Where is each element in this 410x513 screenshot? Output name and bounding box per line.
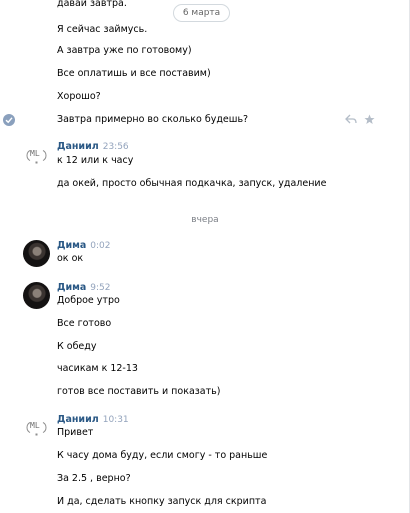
message-text: ок ок xyxy=(57,253,84,264)
message-text: Все оплатишь и все поставим) xyxy=(57,68,211,79)
author-name[interactable]: Даниил xyxy=(57,414,99,425)
avatar[interactable] xyxy=(23,282,50,309)
message-header: Дима 9:52 xyxy=(57,282,111,293)
author-name[interactable]: Дима xyxy=(57,240,86,251)
message-text: Я сейчас займусь. xyxy=(57,24,148,35)
message-text: к 12 или к часу xyxy=(57,155,134,166)
message-time[interactable]: 0:02 xyxy=(90,241,110,251)
author-name[interactable]: Даниил xyxy=(57,141,99,152)
message-header: Даниил 10:31 xyxy=(57,414,129,425)
message-header: Дима 0:02 xyxy=(57,240,111,251)
message-text: А завтра уже по готовому) xyxy=(57,45,192,56)
chat-history: давай завтра. 6 марта Я сейчас займусь. … xyxy=(0,0,410,513)
day-divider: вчера xyxy=(191,215,219,225)
message-text: К часу дома буду, если смогу - то раньше xyxy=(57,450,268,461)
date-pill[interactable]: 6 марта xyxy=(173,4,230,22)
message-time[interactable]: 23:56 xyxy=(103,142,129,152)
message-header: Даниил 23:56 xyxy=(57,141,129,152)
avatar-label: ML xyxy=(30,149,40,158)
message-text: Привет xyxy=(57,427,94,438)
message-text: К обеду xyxy=(57,341,97,352)
author-name[interactable]: Дима xyxy=(57,282,86,293)
message-text: За 2.5 , верно? xyxy=(57,473,131,484)
message-text: Доброе утро xyxy=(57,295,120,306)
avatar-label: ML xyxy=(30,421,40,430)
message-time[interactable]: 9:52 xyxy=(90,283,110,293)
message-text: давай завтра. xyxy=(57,0,127,9)
message-text: готов все поставить и показать) xyxy=(57,386,221,397)
message-time[interactable]: 10:31 xyxy=(103,415,129,425)
message-text: Все готово xyxy=(57,318,112,329)
star-icon[interactable] xyxy=(364,114,375,128)
avatar[interactable] xyxy=(23,240,50,267)
message-text: да окей, просто обычная подкачка, запуск… xyxy=(57,178,327,189)
message-text: часикам к 12-13 xyxy=(57,363,138,374)
message-text: Завтра примерно во сколько будешь? xyxy=(57,114,249,125)
message-text: И да, сделать кнопку запуск для скрипта xyxy=(57,496,267,507)
reply-icon[interactable] xyxy=(345,114,357,127)
avatar[interactable]: ML xyxy=(23,414,50,441)
message-text: Хорошо? xyxy=(57,91,101,102)
check-circle-icon[interactable] xyxy=(3,114,15,126)
avatar[interactable]: ML xyxy=(23,142,50,169)
